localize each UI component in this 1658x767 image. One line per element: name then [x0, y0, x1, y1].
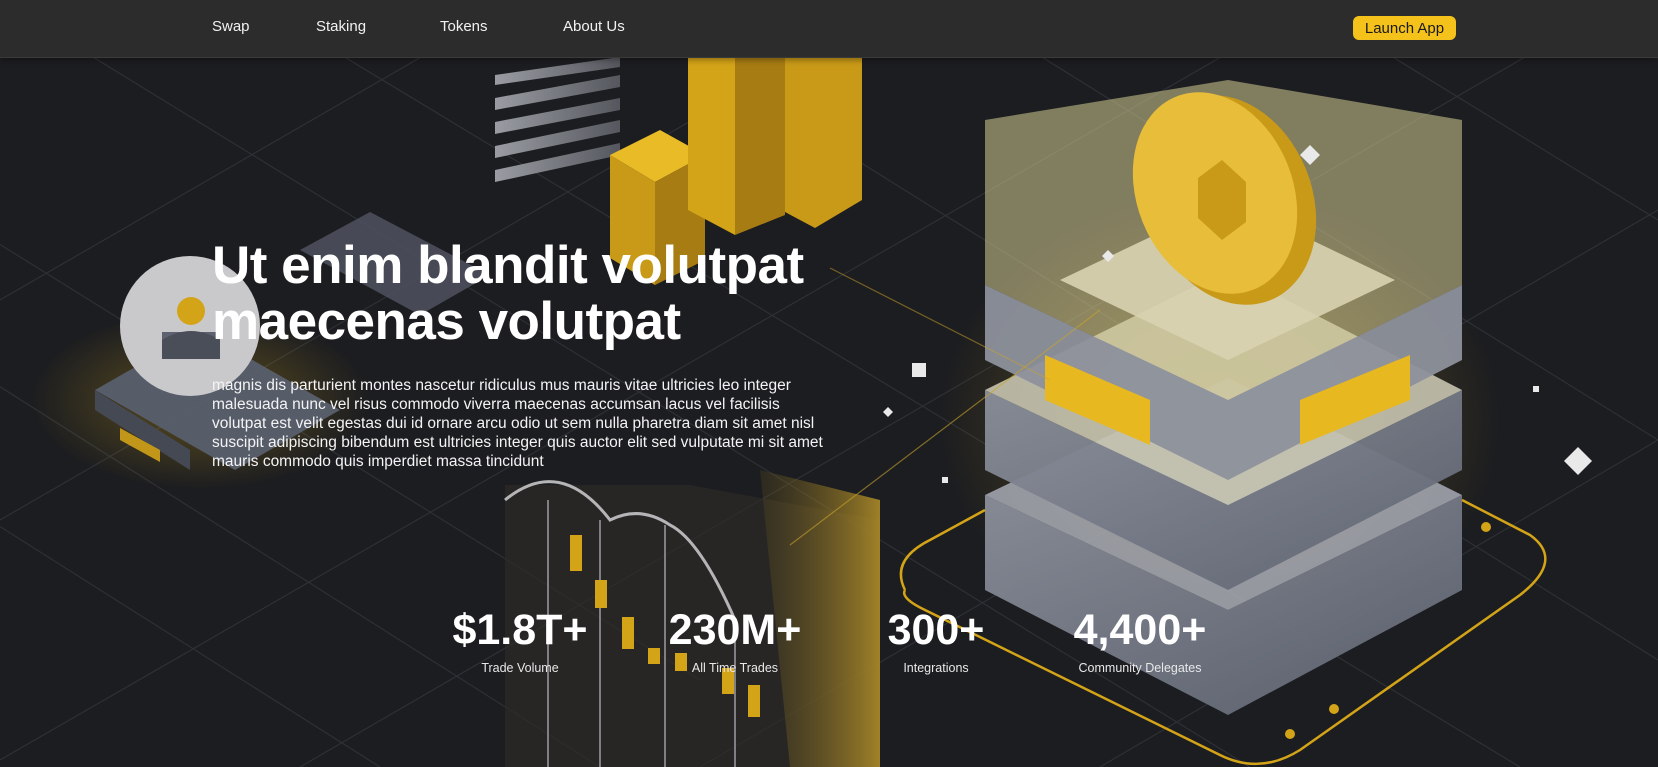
- hero-title: Ut enim blandit volutpat maecenas volutp…: [212, 238, 912, 350]
- stat-value: 4,400+: [1073, 606, 1207, 654]
- hero-title-line-2: maecenas volutpat: [212, 292, 681, 351]
- stat-label: Community Delegates: [1078, 661, 1202, 675]
- nav-link-tokens[interactable]: Tokens: [440, 18, 488, 35]
- stat-label: All Time Trades: [691, 661, 779, 675]
- stat-label: Integrations: [903, 661, 969, 675]
- launch-app-button[interactable]: Launch App: [1353, 16, 1456, 40]
- stat-value: 300+: [887, 606, 985, 654]
- stat-trade-volume: $1.8T+ Trade Volume: [430, 606, 610, 675]
- stat-label: Trade Volume: [481, 661, 559, 675]
- nav-link-about-us[interactable]: About Us: [563, 18, 625, 35]
- stat-community-delegates: 4,400+ Community Delegates: [1040, 606, 1240, 675]
- nav-link-swap[interactable]: Swap: [212, 18, 250, 35]
- top-nav: Swap Staking Tokens About Us Launch App: [0, 0, 1658, 58]
- stat-all-time-trades: 230M+ All Time Trades: [640, 606, 830, 675]
- stat-value: 230M+: [668, 606, 802, 654]
- stat-integrations: 300+ Integrations: [856, 606, 1016, 675]
- hero-description: magnis dis parturient montes nascetur ri…: [212, 377, 823, 470]
- stat-value: $1.8T+: [452, 606, 588, 654]
- nav-link-staking[interactable]: Staking: [316, 18, 366, 35]
- hero-title-line-1: Ut enim blandit volutpat: [212, 236, 804, 295]
